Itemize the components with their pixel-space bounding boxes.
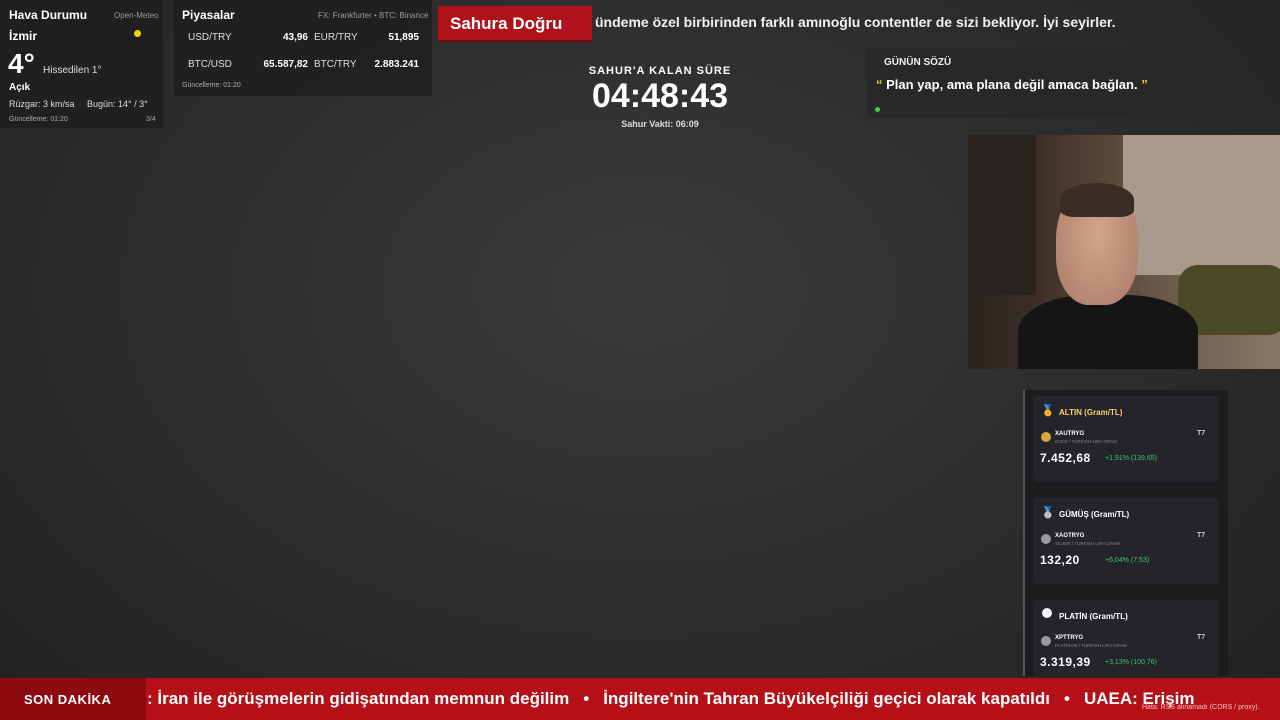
metal-title: GÜMÜŞ (Gram/TL) xyxy=(1059,510,1130,519)
metal-title: ALTIN (Gram/TL) xyxy=(1059,408,1123,417)
metal-change: +1,91% (139,65) xyxy=(1105,455,1157,462)
rate-value: 2.883.241 xyxy=(374,59,420,70)
weather-source: Open-Meteo xyxy=(114,11,159,20)
countdown-time: 04:48:43 xyxy=(591,77,729,115)
webcam-background-door xyxy=(976,135,1036,295)
countdown-label: SAHUR'A KALAN SÜRE xyxy=(588,65,732,77)
rate-value: 43,96 xyxy=(282,32,308,43)
weather-today: Bugün: 14° / 3° xyxy=(87,99,148,109)
ticker-separator: • xyxy=(583,689,590,708)
silver-coin-icon xyxy=(1041,534,1051,544)
banner-scroll-text: ündeme özel birbirinden farklı amınoğlu … xyxy=(595,14,1116,30)
metal-symbol: XPTTRYG xyxy=(1055,635,1084,641)
metals-panel: 🏅 ALTIN (Gram/TL) XAUTRYG GOLD / TURKISH… xyxy=(1023,390,1228,676)
metal-card-platinum: PLATİN (Gram/TL) XPTTRYG PLATINUM / TURK… xyxy=(1033,600,1219,676)
rate-label: BTC/TRY xyxy=(314,59,357,70)
platinum-coin-icon xyxy=(1041,636,1051,646)
webcam-background-window xyxy=(1123,135,1280,275)
weather-feels-like: Hissedilen 1° xyxy=(43,65,102,76)
metal-description: SILVER / TURKISH LIRA GRAM xyxy=(1055,541,1120,546)
sun-icon xyxy=(134,30,141,37)
markets-panel: Piyasalar FX: Frankfurter • BTC: Binance… xyxy=(174,0,432,96)
gold-medal-icon: 🏅 xyxy=(1041,405,1055,417)
rate-btc-try: BTC/TRY 2.883.241 xyxy=(314,59,419,70)
news-ticker: SON DAKİKA : İran ile görüşmelerin gidiş… xyxy=(0,678,1280,720)
rate-btc-usd: BTC/USD 65.587,82 xyxy=(188,59,308,70)
metal-description: GOLD / TURKISH LIRA GRAM xyxy=(1055,439,1117,444)
quote-title: GÜNÜN SÖZÜ xyxy=(884,57,952,68)
silver-medal-icon: 🥈 xyxy=(1041,507,1055,519)
weather-condition: Açık xyxy=(9,82,31,93)
weather-temperature: 4° xyxy=(8,48,35,79)
ticker-item: : İran ile görüşmelerin gidişatından mem… xyxy=(147,689,570,708)
metal-price: 3.319,39 xyxy=(1040,655,1091,669)
quote-close-mark: ” xyxy=(1141,77,1148,92)
metal-symbol: XAUTRYG xyxy=(1055,431,1085,437)
metal-change: +6,04% (7,53) xyxy=(1105,557,1150,564)
metal-price: 7.452,68 xyxy=(1040,451,1091,465)
weather-panel: Hava Durumu Open-Meteo İzmir 4° Hissedil… xyxy=(0,0,163,128)
banner-tag: Sahura Doğru xyxy=(438,6,592,42)
ticker-tag-label: SON DAKİKA xyxy=(24,692,112,707)
quote-text-line: “ Plan yap, ama plana değil amaca bağlan… xyxy=(876,77,1148,92)
live-dot-icon xyxy=(875,107,880,112)
weather-page-indicator: 3/4 xyxy=(146,116,156,123)
ticker-separator: • xyxy=(1064,689,1070,708)
metal-symbol: XAGTRYG xyxy=(1055,533,1085,539)
metal-price: 132,20 xyxy=(1040,553,1080,567)
rate-label: BTC/USD xyxy=(188,59,232,70)
tradingview-icon: T7 xyxy=(1197,634,1206,641)
banner-tag-label: Sahura Doğru xyxy=(450,14,563,33)
rate-eur-try: EUR/TRY 51,895 xyxy=(314,32,419,43)
ticker-error: Hata: RSS alınamadı (CORS / proxy). xyxy=(1142,704,1260,711)
rate-label: EUR/TRY xyxy=(314,32,358,43)
sahur-time: Sahur Vakti: 06:09 xyxy=(621,119,699,129)
markets-updated: Güncelleme: 01:20 xyxy=(182,82,241,89)
ticker-text: : İran ile görüşmelerin gidişatından mem… xyxy=(147,689,1195,709)
metal-change: +3,13% (100,76) xyxy=(1105,659,1157,666)
markets-source: FX: Frankfurter • BTC: Binance xyxy=(318,11,429,20)
weather-title: Hava Durumu xyxy=(9,8,88,22)
metal-card-gold: 🏅 ALTIN (Gram/TL) XAUTRYG GOLD / TURKISH… xyxy=(1033,396,1219,482)
webcam-feed xyxy=(968,135,1280,369)
tradingview-icon: T7 xyxy=(1197,532,1206,539)
webcam-person-hair xyxy=(1060,183,1134,217)
ticker-item: İngiltere'nin Tahran Büyükelçiliği geçic… xyxy=(603,689,1051,708)
markets-title: Piyasalar xyxy=(182,8,235,22)
gold-coin-icon xyxy=(1041,432,1051,442)
weather-wind: Rüzgar: 3 km/sa xyxy=(9,99,75,109)
metal-title: PLATİN (Gram/TL) xyxy=(1059,612,1128,621)
webcam-person-body xyxy=(1018,295,1198,369)
metal-card-silver: 🥈 GÜMÜŞ (Gram/TL) XAGTRYG SILVER / TURKI… xyxy=(1033,498,1219,584)
metal-description: PLATINUM / TURKISH LIRA GRAM xyxy=(1055,643,1127,648)
rate-label: USD/TRY xyxy=(188,32,232,43)
weather-city: İzmir xyxy=(9,29,38,43)
quote-text: Plan yap, ama plana değil amaca bağlan. xyxy=(886,77,1138,92)
weather-updated: Güncelleme: 01:20 xyxy=(9,116,68,123)
rate-value: 51,895 xyxy=(388,32,419,43)
rate-usd-try: USD/TRY 43,96 xyxy=(188,32,308,43)
ticker-tag: SON DAKİKA xyxy=(0,678,146,720)
rate-value: 65.587,82 xyxy=(263,59,309,70)
platinum-circle-icon xyxy=(1041,608,1053,622)
quote-open-mark: “ xyxy=(876,77,883,92)
tradingview-icon: T7 xyxy=(1197,430,1206,437)
